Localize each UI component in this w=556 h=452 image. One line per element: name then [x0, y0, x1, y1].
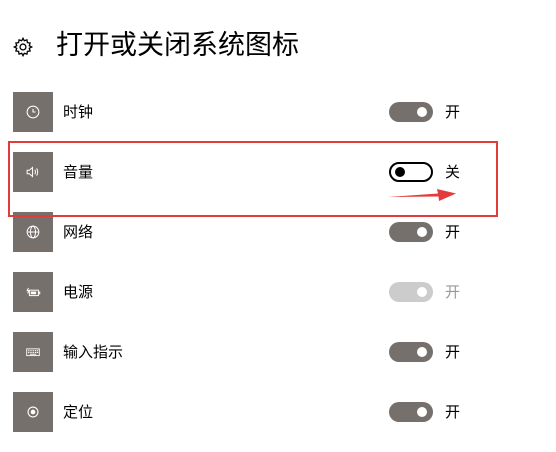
setting-label: 时钟: [63, 103, 94, 121]
setting-row-network: 网络 开: [0, 212, 556, 272]
toggle-state-text: 关: [445, 163, 461, 181]
input-indicator-tile: [13, 332, 53, 372]
keyboard-icon: [26, 348, 40, 357]
network-tile: [13, 212, 53, 252]
toggle-knob: [417, 107, 427, 117]
toggle-knob: [395, 167, 405, 177]
toggle-knob: [417, 407, 427, 417]
network-toggle[interactable]: [389, 222, 433, 242]
volume-toggle[interactable]: [389, 162, 433, 182]
volume-tile: [13, 152, 53, 192]
volume-icon: [26, 166, 39, 178]
setting-label: 网络: [63, 223, 94, 241]
location-toggle[interactable]: [389, 402, 433, 422]
toggle-state-text: 开: [445, 223, 461, 241]
setting-label: 定位: [63, 403, 94, 421]
page-header: 打开或关闭系统图标: [0, 0, 556, 90]
setting-row-input-indicator: 输入指示 开: [0, 332, 556, 392]
toggle-state-text: 开: [445, 403, 461, 421]
setting-label: 音量: [63, 163, 94, 181]
toggle-state-text: 开: [445, 103, 461, 121]
toggle-knob: [417, 287, 427, 297]
setting-label: 电源: [63, 283, 94, 301]
location-tile: [13, 392, 53, 432]
setting-row-location: 定位 开: [0, 392, 556, 452]
setting-label: 输入指示: [63, 343, 124, 361]
gear-icon: [12, 36, 34, 58]
location-icon: [27, 406, 39, 418]
input-indicator-toggle[interactable]: [389, 342, 433, 362]
setting-row-power: 电源 开: [0, 272, 556, 332]
toggle-state-text: 开: [445, 283, 461, 301]
network-globe-icon: [26, 225, 40, 239]
toggle-state-text: 开: [445, 343, 461, 361]
toggle-knob: [417, 347, 427, 357]
battery-power-icon: [26, 287, 41, 297]
setting-row-clock: 时钟 开: [0, 92, 556, 152]
setting-row-volume: 音量 关: [0, 152, 556, 212]
power-toggle: [389, 282, 433, 302]
clock-tile: [13, 92, 53, 132]
power-tile: [13, 272, 53, 312]
toggle-knob: [417, 227, 427, 237]
clock-toggle[interactable]: [389, 102, 433, 122]
clock-icon: [26, 105, 40, 119]
page-title: 打开或关闭系统图标: [56, 30, 299, 61]
